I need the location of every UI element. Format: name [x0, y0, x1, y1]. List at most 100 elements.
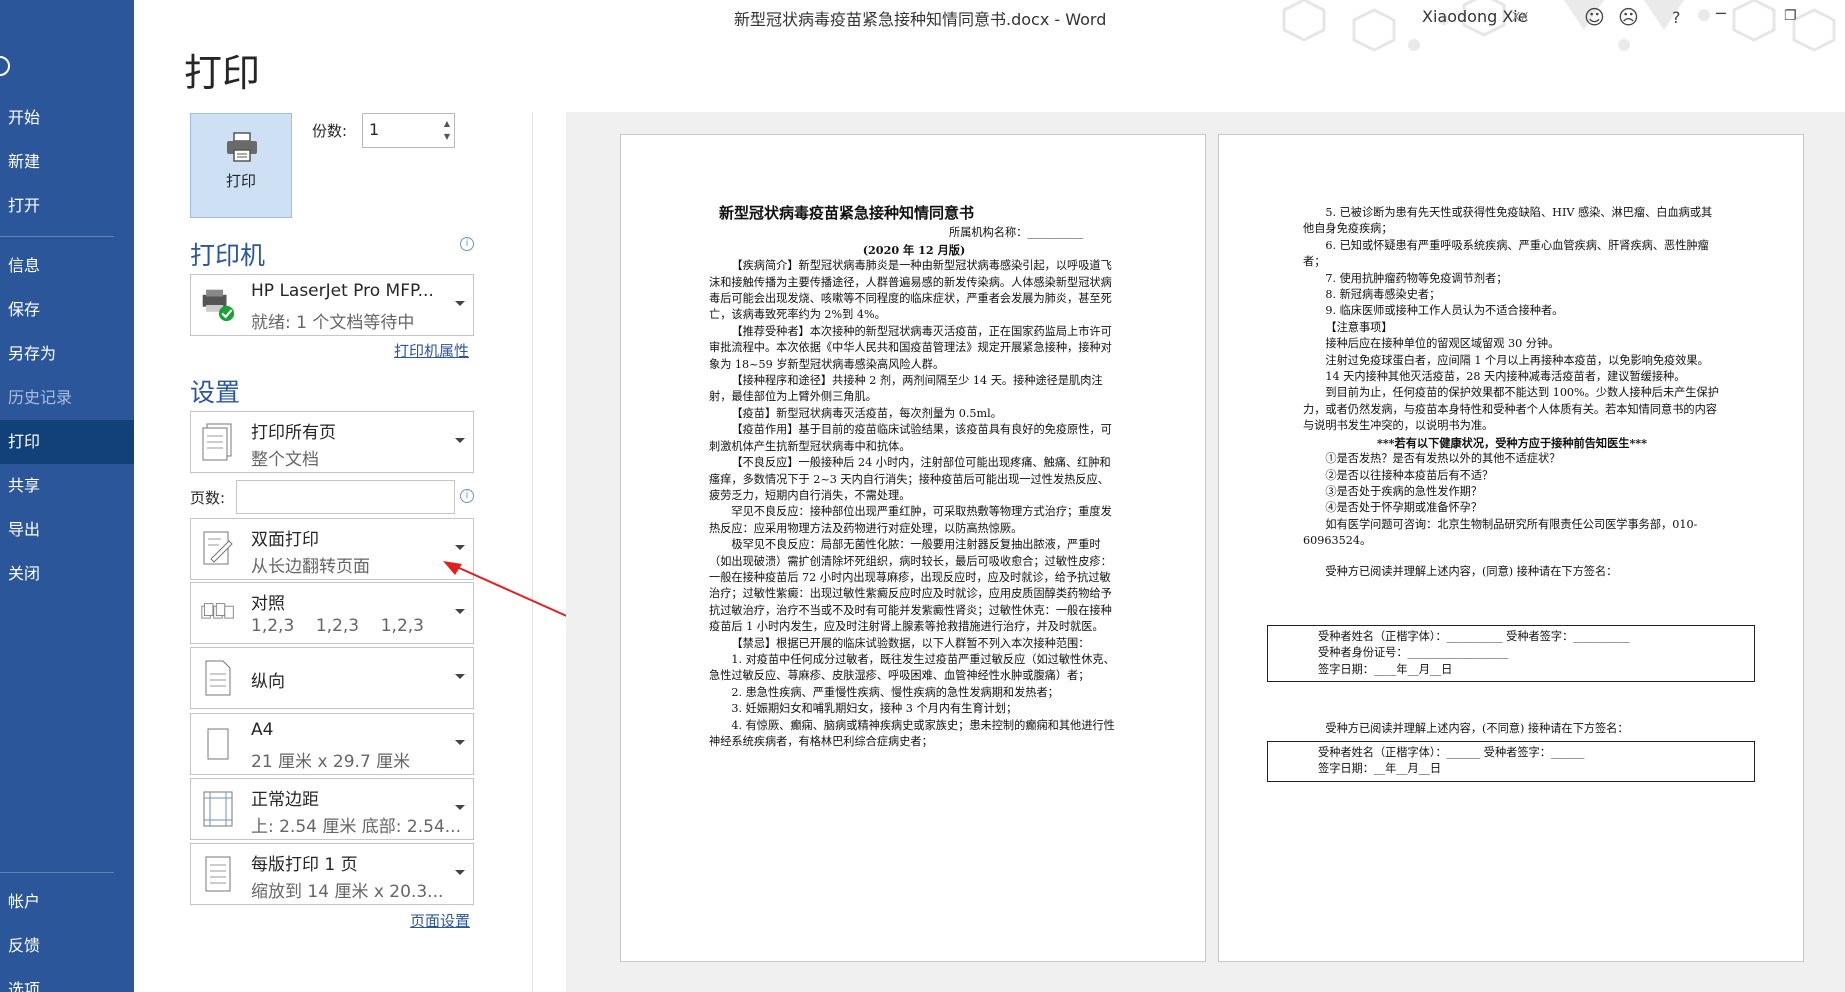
nav-item-home[interactable]: 开始: [0, 96, 134, 140]
print-button-label: 打印: [225, 172, 256, 190]
pages-per-sheet-sub: 缩放到 14 厘米 x 20.3...: [251, 882, 444, 902]
duplex-sub: 从长边翻转页面: [251, 557, 370, 577]
portrait-icon: [205, 660, 231, 696]
chevron-down-icon: [455, 805, 465, 810]
print-range-sub: 整个文档: [251, 450, 319, 470]
page-title: 打印: [184, 51, 261, 95]
duplex-label: 双面打印: [251, 530, 319, 550]
print-preview[interactable]: 新型冠状病毒疫苗紧急接种知情同意书 所属机构名称：__________ (202…: [566, 112, 1845, 992]
doc-paragraph: 【推荐受种者】本次接种的新型冠状病毒灭活疫苗，正在国家药监局上市许可审批流程中。…: [709, 324, 1112, 371]
nav-item-open[interactable]: 打开: [0, 184, 134, 228]
minimize-icon[interactable]: ─: [1716, 4, 1726, 23]
doc-paragraph: ④是否处于怀孕期或准备怀孕？: [1325, 501, 1483, 515]
title-bar: 新型冠状病毒疫苗紧急接种知情同意书.docx - Word Xiaodong X…: [134, 0, 1845, 52]
doc-paragraph: 8. 新冠病毒感染史者；: [1325, 288, 1441, 302]
nav-item-info[interactable]: 信息: [0, 244, 134, 288]
disagree-line: 受种者姓名（正楷字体）：______ 受种者签字：______: [1318, 746, 1585, 759]
nav-item-save[interactable]: 保存: [0, 288, 134, 332]
doc-paragraph: 罕见不良反应：接种部位出现严重红肿，可采取热敷等物理方式治疗；重度发热反应：应采…: [709, 505, 1112, 535]
nav-separator: [0, 236, 114, 237]
frown-feedback-icon[interactable]: ☹: [1618, 5, 1639, 29]
restore-icon[interactable]: ❐: [1784, 8, 1797, 24]
pages-per-sheet-icon: [205, 856, 231, 892]
doc-paragraph: 2. 患急性疾病、严重慢性疾病、慢性疾病的急性发病期和发热者；: [731, 685, 1059, 699]
duplex-dropdown[interactable]: 双面打印 从长边翻转页面: [190, 518, 474, 580]
doc-paragraph: 如有医学问题可咨询：北京生物制品研究所有限责任公司医学事务部，010-60963…: [1303, 517, 1698, 548]
nav-item-close[interactable]: 关闭: [0, 552, 134, 596]
margins-sub: 上: 2.54 厘米 底部: 2.54...: [251, 817, 461, 837]
copies-label: 份数:: [312, 122, 348, 140]
nav-item-account[interactable]: 帐户: [0, 880, 134, 924]
doc-paragraph: 接种后应在接种单位的留观区域留观 30 分钟。: [1325, 337, 1560, 351]
nav-item-new[interactable]: 新建: [0, 140, 134, 184]
nav-item-share[interactable]: 共享: [0, 464, 134, 508]
margins-label: 正常边距: [251, 790, 319, 810]
preview-page-1: 新型冠状病毒疫苗紧急接种知情同意书 所属机构名称：__________ (202…: [620, 134, 1206, 962]
orientation-label: 纵向: [251, 672, 285, 692]
panel-divider: [532, 112, 533, 992]
pages-per-sheet-dropdown[interactable]: 每版打印 1 页 缩放到 14 厘米 x 20.3...: [190, 843, 474, 905]
agree-heading: 受种方已阅读并理解上述内容，(同意) 接种请在下方签名：: [1325, 564, 1618, 578]
collate-sub: 1,2,3 1,2,3 1,2,3: [251, 616, 424, 636]
doc-paragraph: 【疫苗作用】基于目前的疫苗临床试验结果，该疫苗具有良好的免疫原性，可刺激机体产生…: [709, 423, 1112, 453]
orientation-dropdown[interactable]: 纵向: [190, 647, 474, 709]
doc-paragraph: 【接种程序和途径】共接种 2 剂，两剂间隔至少 14 天。接种途径是肌肉注射，最…: [709, 374, 1103, 404]
printer-name: HP LaserJet Pro MFP...: [251, 281, 434, 301]
doc-paragraph: 5. 已被诊断为患有先天性或获得性免疫缺陷、HIV 感染、淋巴瘤、白血病或其他自…: [1303, 206, 1713, 236]
spinner-arrows-icon[interactable]: ▲ ▼: [444, 117, 450, 143]
nav-item-print[interactable]: 打印: [0, 420, 134, 464]
nav-item-feedback[interactable]: 反馈: [0, 924, 134, 968]
page-1-content: 新型冠状病毒疫苗紧急接种知情同意书 所属机构名称：__________ (202…: [709, 205, 1119, 750]
margins-icon: [203, 791, 233, 827]
doc-title: 新型冠状病毒疫苗紧急接种知情同意书: [719, 204, 975, 222]
back-arrow-icon[interactable]: [0, 56, 10, 76]
page-2-content: 5. 已被诊断为患有先天性或获得性免疫缺陷、HIV 感染、淋巴瘤、白血病或其他自…: [1303, 205, 1721, 580]
pages-input[interactable]: [236, 480, 455, 514]
agree-signature-box: 受种者姓名（正楷字体）：__________ 受种者签字：__________ …: [1267, 625, 1755, 683]
printer-section-title: 打印机: [190, 241, 266, 270]
chevron-down-icon: [455, 674, 465, 679]
all-pages-icon: [202, 423, 232, 461]
window-title: 新型冠状病毒疫苗紧急接种知情同意书.docx - Word: [734, 10, 1107, 29]
printer-dropdown[interactable]: HP LaserJet Pro MFP... 就绪: 1 个文档等待中: [190, 274, 474, 336]
doc-paragraph: 1. 对疫苗中任何成分过敏者，既往发生过疫苗严重过敏反应（如过敏性休克、急性过敏…: [709, 652, 1115, 683]
doc-paragraph: 7. 使用抗肿瘤药物等免疫调节剂者；: [1325, 271, 1508, 285]
paper-size-label: A4: [251, 720, 274, 740]
doc-paragraph: 到目前为止，任何疫苗的保护效果都不能达到 100%。少数人接种后未产生保护力，或…: [1303, 386, 1719, 433]
disagree-line: 签字日期：__年__月__日: [1318, 762, 1442, 776]
info-icon[interactable]: i: [460, 237, 474, 251]
nav-item-export[interactable]: 导出: [0, 508, 134, 552]
printer-properties-link[interactable]: 打印机属性: [394, 340, 469, 361]
smile-feedback-icon[interactable]: ☺: [1584, 5, 1605, 29]
agree-box-wrap: 受种者姓名（正楷字体）：__________ 受种者签字：__________ …: [1267, 623, 1755, 683]
nav-separator: [0, 872, 114, 873]
duplex-icon: [203, 531, 233, 565]
paper-size-dropdown[interactable]: A4 21 厘米 x 29.7 厘米: [190, 713, 474, 775]
doc-paragraph: 【疫苗】新型冠状病毒灭活疫苗，每次剂量为 0.5ml。: [731, 406, 1002, 420]
doc-org: 所属机构名称：__________: [949, 226, 1084, 240]
print-range-dropdown[interactable]: 打印所有页 整个文档: [190, 411, 474, 473]
copies-stepper[interactable]: 1 ▲ ▼: [362, 113, 455, 148]
nav-item-save-as[interactable]: 另存为: [0, 332, 134, 376]
print-button[interactable]: 打印: [190, 113, 292, 218]
user-avatar[interactable]: XX: [1512, 10, 1528, 24]
nav-item-options[interactable]: 选项: [0, 968, 134, 992]
doc-paragraph: ①是否发热？是否有发热以外的其他不适症状？: [1325, 452, 1561, 466]
help-icon[interactable]: ?: [1672, 8, 1681, 27]
collate-dropdown[interactable]: 对照 1,2,3 1,2,3 1,2,3: [190, 582, 474, 644]
printer-status: 就绪: 1 个文档等待中: [251, 313, 415, 333]
margins-dropdown[interactable]: 正常边距 上: 2.54 厘米 底部: 2.54...: [190, 778, 474, 840]
chevron-down-icon: [455, 870, 465, 875]
preview-page-2: 5. 已被诊断为患有先天性或获得性免疫缺陷、HIV 感染、淋巴瘤、白血病或其他自…: [1218, 134, 1804, 962]
print-range-label: 打印所有页: [251, 423, 336, 443]
doc-paragraph: 6. 已知或怀疑患有严重呼吸系统疾病、严重心血管疾病、肝肾疾病、恶性肿瘤者；: [1303, 238, 1709, 269]
printer-icon: [227, 132, 257, 162]
doc-paragraph: 9. 临床医师或接种工作人员认为不适合接种者。: [1325, 304, 1564, 318]
info-icon[interactable]: i: [460, 489, 474, 503]
doc-paragraph: 3. 妊娠期妇女和哺乳期妇女，接种 3 个月内有生育计划；: [731, 702, 1018, 716]
disagree-heading: 受种方已阅读并理解上述内容，(不同意) 接种请在下方签名：: [1325, 722, 1629, 735]
paper-icon: [207, 728, 229, 760]
chevron-down-icon: [455, 545, 465, 550]
backstage-nav: 开始 新建 打开 信息 保存 另存为 历史记录 打印 共享 导出 关闭 帐户 反…: [0, 0, 134, 992]
page-setup-link[interactable]: 页面设置: [410, 910, 470, 931]
